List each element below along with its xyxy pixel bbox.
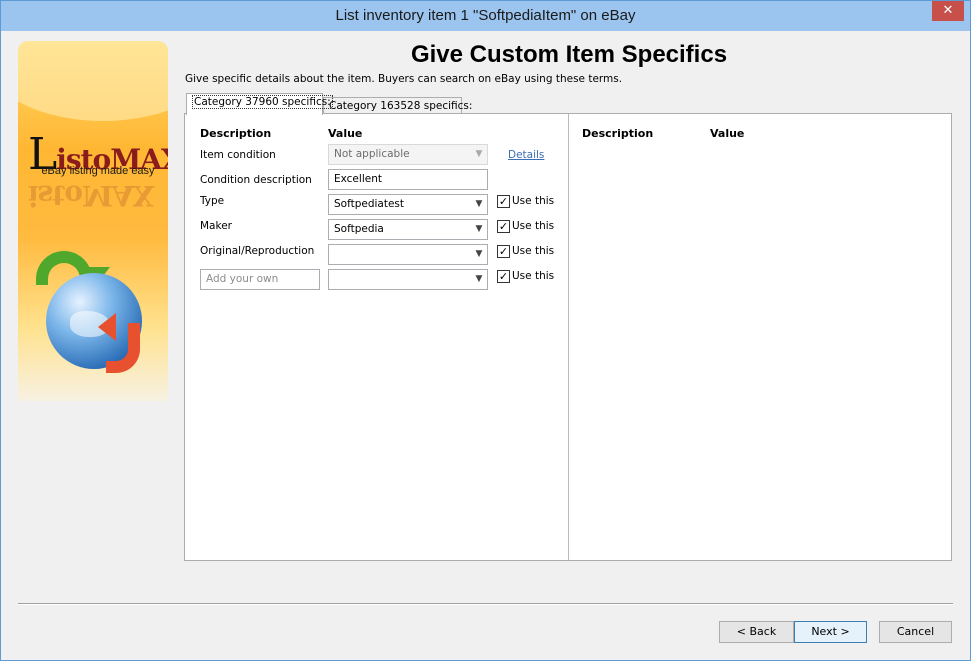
tab-category-37960[interactable]: Category 37960 specifics:: [186, 93, 333, 115]
add-your-own-use-this-label[interactable]: Use this: [512, 270, 554, 282]
title-bar[interactable]: List inventory item 1 "SoftpediaItem" on…: [1, 1, 970, 31]
right-col-value-header: Value: [710, 127, 745, 140]
original-reproduction-label: Original/Reproduction: [200, 245, 315, 257]
maker-select[interactable]: Softpedia ▼: [328, 219, 488, 240]
right-col-description-header: Description: [582, 127, 654, 140]
chevron-down-icon: ▼: [475, 224, 483, 234]
left-col-value-header: Value: [328, 127, 363, 140]
type-select[interactable]: Softpediatest ▼: [328, 194, 488, 215]
details-link[interactable]: Details: [508, 149, 544, 161]
type-use-this-checkbox[interactable]: ✓: [497, 195, 510, 208]
specifics-panel: Description Value Item condition Not app…: [184, 113, 952, 561]
footer-separator: [18, 603, 953, 605]
close-button[interactable]: ✕: [932, 1, 964, 21]
logo-reflection: istoMAX: [28, 179, 154, 212]
back-button[interactable]: < Back: [719, 621, 794, 643]
chevron-down-icon: ▼: [475, 149, 483, 159]
chevron-down-icon: ▼: [475, 274, 483, 284]
maker-use-this-checkbox[interactable]: ✓: [497, 220, 510, 233]
maker-use-this-label[interactable]: Use this: [512, 220, 554, 232]
logo-tagline: eBay listing made easy: [41, 165, 155, 177]
add-your-own-value-select[interactable]: ▼: [328, 269, 488, 290]
close-icon: ✕: [942, 3, 954, 18]
original-reproduction-use-this-checkbox[interactable]: ✓: [497, 245, 510, 258]
maker-label: Maker: [200, 220, 232, 232]
wizard-window: List inventory item 1 "SoftpediaItem" on…: [0, 0, 971, 661]
add-your-own-input[interactable]: Add your own: [200, 269, 320, 290]
next-button[interactable]: Next >: [794, 621, 867, 643]
original-reproduction-select[interactable]: ▼: [328, 244, 488, 265]
item-condition-label: Item condition: [200, 149, 276, 161]
item-condition-select[interactable]: Not applicable ▼: [328, 144, 488, 165]
condition-description-input[interactable]: Excellent: [328, 169, 488, 190]
red-arrow-head-icon: [98, 313, 116, 341]
type-label: Type: [200, 195, 225, 207]
client-area: ListoMAX eBay listing made easy istoMAX …: [8, 31, 963, 655]
window-title: List inventory item 1 "SoftpediaItem" on…: [335, 7, 636, 24]
listomax-banner: ListoMAX eBay listing made easy istoMAX: [18, 41, 168, 401]
chevron-down-icon: ▼: [475, 249, 483, 259]
type-use-this-label[interactable]: Use this: [512, 195, 554, 207]
page-title: Give Custom Item Specifics: [410, 41, 728, 68]
cancel-button[interactable]: Cancel: [879, 621, 952, 643]
chevron-down-icon: ▼: [475, 199, 483, 209]
banner-decoration: [18, 41, 168, 121]
original-reproduction-use-this-label[interactable]: Use this: [512, 245, 554, 257]
add-your-own-use-this-checkbox[interactable]: ✓: [497, 270, 510, 283]
left-col-description-header: Description: [200, 127, 272, 140]
page-subtitle: Give specific details about the item. Bu…: [185, 73, 623, 85]
condition-description-label: Condition description: [200, 174, 312, 186]
pane-divider[interactable]: [568, 114, 569, 560]
